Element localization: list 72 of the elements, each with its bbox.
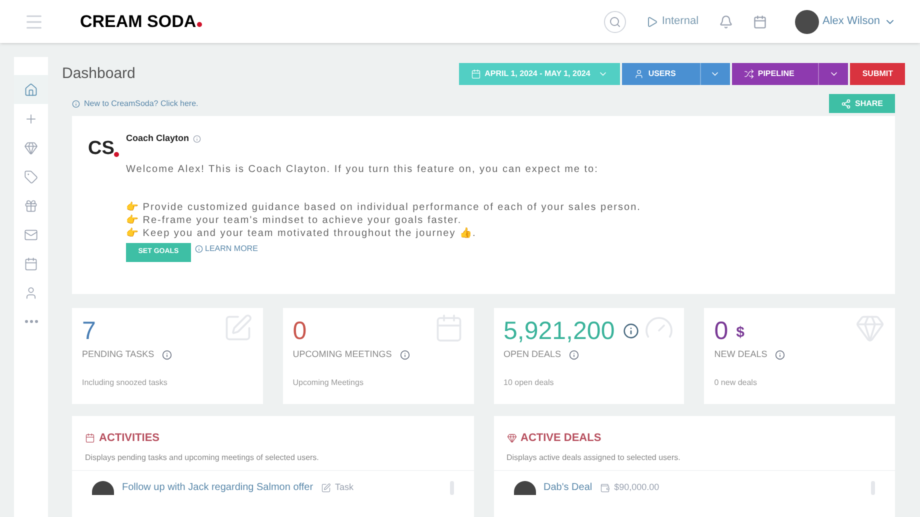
info-icon <box>72 100 80 108</box>
info-icon <box>195 244 203 252</box>
stat-value: 0 <box>714 316 728 346</box>
search-button[interactable] <box>604 10 626 32</box>
coach-point: 👉 Re-frame your team's mindset to achieve your goals faster. <box>126 214 463 226</box>
row-title[interactable]: Follow up with Jack regarding Salmon offer <box>122 482 314 494</box>
stat-value: 5,921,200 <box>504 316 615 346</box>
row-title[interactable]: Dab's Deal <box>544 482 592 494</box>
user-icon <box>24 286 38 300</box>
more-icon <box>24 320 38 323</box>
info-icon[interactable] <box>569 350 580 360</box>
calendar-icon <box>85 433 95 444</box>
stat-label: NEW DEALS <box>714 348 768 361</box>
panel-title: ACTIVITIES <box>99 431 160 446</box>
environment-link[interactable]: Internal <box>646 13 699 30</box>
stat-label: UPCOMING MEETINGS <box>292 348 392 361</box>
share-icon <box>840 98 851 108</box>
stat-caption: Upcoming Meetings <box>292 376 364 388</box>
stat-label: PENDING TASKS <box>82 348 154 361</box>
info-icon[interactable] <box>775 350 786 360</box>
user-icon <box>634 69 644 79</box>
search-icon <box>608 16 621 28</box>
coach-intro: Welcome Alex! This is Coach Clayton. If you turn this feature on, you can expect me to: <box>126 162 600 176</box>
stat-caption: 10 open deals <box>504 376 555 388</box>
coach-logo: CS <box>88 137 114 161</box>
logo-text: CREAM SODA <box>80 10 196 33</box>
info-icon[interactable] <box>193 134 202 143</box>
help-link[interactable]: New to CreamSoda? Click here. <box>72 98 198 110</box>
wallet-icon <box>600 483 610 493</box>
stat-value: 0 <box>292 316 307 346</box>
coach-point: 👉 Keep you and your team motivated throughout the journey 👍. <box>126 226 478 240</box>
calendar-icon <box>24 256 38 270</box>
avatar <box>514 481 536 495</box>
shuffle-icon <box>744 69 754 79</box>
plus-icon <box>24 112 38 126</box>
stat-label: OPEN DEALS <box>504 348 562 361</box>
info-icon[interactable] <box>622 323 639 339</box>
row-meta: $90,000.00 <box>614 481 660 494</box>
coach-name: Coach Clayton <box>126 132 190 145</box>
diamond-icon <box>855 313 885 343</box>
avatar <box>794 10 819 34</box>
tag-icon <box>24 170 38 184</box>
avatar <box>92 481 114 495</box>
bell-icon[interactable] <box>718 14 733 28</box>
stat-caption: 0 new deals <box>714 376 758 388</box>
share-button[interactable]: SHARE <box>828 94 895 113</box>
toolbar-button[interactable]: USERS <box>622 63 730 85</box>
envelope-icon <box>24 228 38 242</box>
panel-description: Displays active deals assigned to selected users. <box>506 452 682 464</box>
info-icon[interactable] <box>162 350 172 360</box>
info-icon[interactable] <box>400 350 410 360</box>
toolbar-button[interactable]: PIPELINE <box>732 63 848 85</box>
toolbar-button[interactable]: APRIL 1, 2024 - MAY 1, 2024 <box>458 63 620 85</box>
page-title: Dashboard <box>62 64 136 84</box>
home-icon <box>24 82 38 96</box>
calendar-icon <box>470 69 481 79</box>
currency-sign: $ <box>736 322 744 343</box>
stat-caption: Including snoozed tasks <box>82 376 168 388</box>
stat-value: 7 <box>82 316 96 346</box>
edit-icon <box>321 483 332 493</box>
diamond-icon <box>24 140 38 154</box>
learn-more-link[interactable]: LEARN MORE <box>195 242 258 254</box>
toolbar-button[interactable]: SUBMIT <box>850 63 905 85</box>
coach-point: 👉 Provide customized guidance based on individual performance of each of your sales person. <box>126 200 641 214</box>
gift-icon <box>24 198 38 212</box>
calendar-icon[interactable] <box>752 14 767 28</box>
panel-description: Displays pending tasks and upcoming meetings of selected users. <box>85 452 320 464</box>
user-menu[interactable]: Alex Wilson <box>794 10 896 34</box>
play-icon <box>646 16 658 28</box>
diamond-icon <box>506 433 516 444</box>
row-meta: Task <box>335 481 354 494</box>
panel-title: ACTIVE DEALS <box>520 431 602 446</box>
